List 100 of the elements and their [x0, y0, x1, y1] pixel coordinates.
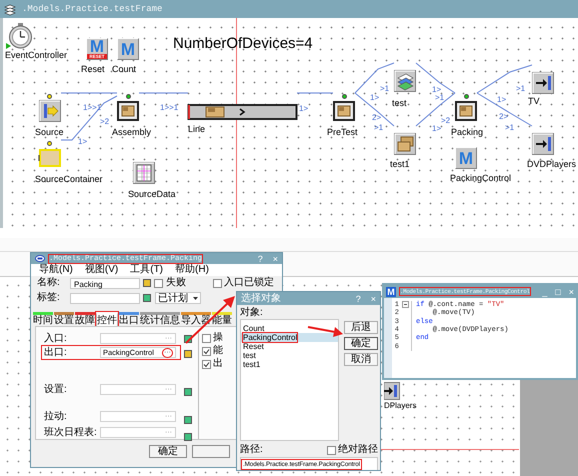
input-field[interactable] — [70, 292, 140, 304]
connector-line — [416, 92, 456, 126]
checkbox-label: 操 — [213, 332, 223, 344]
dialog-button[interactable]: 取消 — [344, 353, 378, 366]
input-field[interactable]: Packing — [70, 278, 140, 288]
connector-line — [296, 92, 334, 94]
checkbox-label: 绝对路径 — [338, 444, 378, 456]
connector-line — [138, 92, 188, 94]
menu-item[interactable]: 导航(N) — [39, 264, 73, 276]
connector-label: 1> — [370, 93, 380, 102]
field-label: 路径: — [240, 444, 263, 456]
tab[interactable]: 出口 — [119, 312, 139, 326]
field-label: 设置: — [44, 384, 68, 396]
checkbox-label: 入口已锁定 — [224, 277, 274, 289]
connector-label: 1> — [497, 95, 506, 104]
ok-button[interactable]: 确定 — [149, 445, 187, 458]
connector-line — [476, 64, 532, 94]
object-label: PackingControl — [450, 173, 512, 183]
list-item[interactable]: Count — [241, 324, 338, 333]
object-label: DVDPlayers — [527, 159, 576, 169]
window-title: 选择对象 — [241, 292, 281, 304]
object-label: SourceData — [128, 189, 176, 199]
connector-label: >2 — [441, 116, 450, 125]
dialog-button[interactable]: 后退 — [344, 321, 378, 334]
connector-label: >1 — [374, 123, 384, 132]
object-label: TV — [528, 96, 540, 106]
checkbox[interactable] — [202, 360, 211, 368]
checkbox[interactable] — [327, 446, 336, 454]
object-label: Source — [35, 127, 64, 137]
connector-label: 1> — [299, 104, 308, 113]
drain-icon — [384, 382, 400, 400]
layers-icon — [394, 70, 416, 92]
window-icon — [35, 255, 45, 262]
object-label: test1 — [390, 159, 410, 169]
status-dropdown[interactable]: 已计划 — [155, 292, 201, 304]
object-label: test — [392, 98, 407, 108]
menu-item[interactable]: 视图(V) — [84, 264, 118, 276]
frame-icon — [4, 4, 16, 14]
connector-label: 1>>1 — [160, 103, 178, 112]
list-item[interactable]: test1 — [241, 360, 338, 369]
station-icon — [333, 100, 355, 122]
field-label: 标签: — [37, 292, 61, 304]
object-label: Line — [188, 124, 206, 134]
checkbox-label: 失败 — [166, 277, 186, 289]
checkbox[interactable] — [202, 346, 211, 356]
connector-line — [354, 62, 394, 94]
dialog-button[interactable]: 确定 — [344, 337, 378, 350]
connector-label: >1 — [505, 123, 514, 132]
object-label: SourceContainer — [35, 174, 103, 184]
list-item[interactable]: test — [241, 351, 338, 360]
connector-line — [60, 92, 118, 94]
object-label: EventController — [5, 50, 68, 60]
station-icon — [455, 100, 477, 122]
object-label: Packing — [451, 127, 484, 137]
field-label: 入口: — [44, 332, 68, 344]
caret-icon — [193, 296, 198, 300]
connector-label: 1>>1 — [83, 103, 102, 112]
buffer-icon — [394, 133, 416, 155]
method-icon: M — [386, 286, 396, 296]
object-label: Assembly — [112, 127, 152, 137]
checkbox[interactable] — [202, 334, 211, 342]
checkbox-label: 能 — [213, 345, 223, 357]
method-icon: M — [455, 147, 477, 169]
table-icon — [133, 162, 155, 184]
field-label: 班次日程表: — [44, 426, 98, 438]
window-title: .Models.Practice.testFrame — [22, 4, 162, 14]
connector-label: 1> — [78, 137, 88, 146]
drain-icon — [532, 72, 554, 94]
menu-item[interactable]: 帮助(H) — [175, 264, 209, 276]
field-label: 出口: — [44, 346, 68, 358]
dialog-button[interactable] — [192, 445, 230, 458]
station-icon — [117, 100, 139, 122]
list-item[interactable]: PackingControl — [241, 333, 338, 342]
method-icon: M — [117, 38, 139, 60]
object-label: Reset — [81, 64, 105, 74]
tab[interactable]: 统计信息 — [140, 312, 180, 326]
object-label: PreTest — [327, 127, 358, 137]
tab[interactable]: 控件 — [96, 312, 118, 326]
connector-line — [416, 62, 456, 94]
field-label: 名称: — [37, 277, 61, 289]
checkbox[interactable] — [213, 278, 222, 288]
drain-icon — [532, 133, 554, 155]
tab[interactable]: 故障 — [75, 312, 95, 326]
list-label: 对象: — [240, 307, 264, 319]
menu-item[interactable]: 工具(T) — [130, 264, 164, 276]
stopwatch-icon — [6, 22, 33, 50]
fold-icon — [402, 301, 408, 308]
connector-label: >1 — [516, 84, 526, 93]
checkbox-label: 出 — [213, 358, 223, 370]
connector-label: 2> — [372, 113, 382, 122]
connector-label: 1> — [432, 85, 442, 94]
field-label: 拉动: — [44, 410, 68, 422]
connector-label: 1> — [432, 124, 442, 133]
tab[interactable]: 设置 — [54, 312, 74, 326]
annotation-arrow — [308, 326, 343, 337]
tab[interactable]: 时间 — [33, 312, 53, 326]
list-item[interactable]: Reset — [241, 342, 338, 351]
checkbox[interactable] — [154, 278, 163, 288]
connector-label: >1 — [380, 84, 390, 93]
connector-label: >1 — [435, 93, 444, 102]
